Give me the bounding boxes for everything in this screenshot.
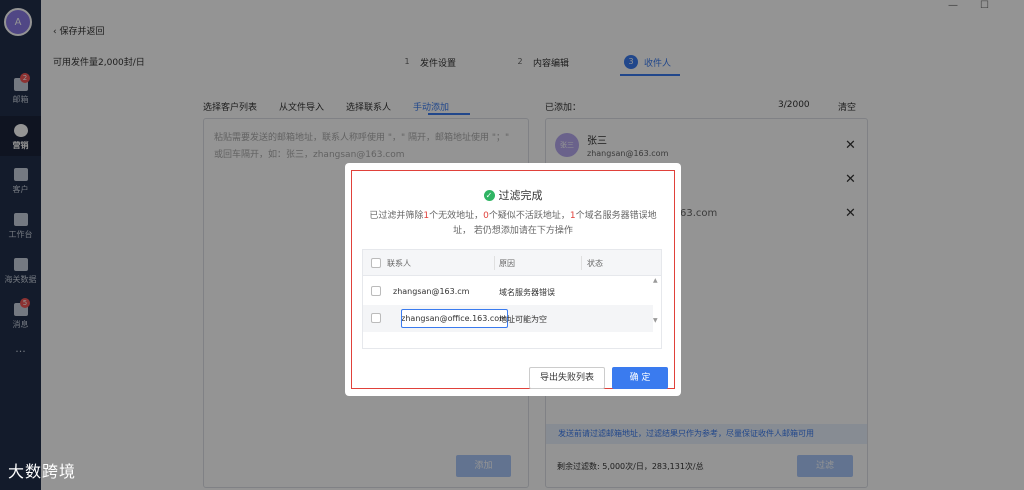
table-row: zhangsan@office.163.com 地址可能为空	[363, 305, 653, 332]
filter-result-dialog: ✓ 过滤完成 已过滤并筛除1个无效地址，0个疑似不活跃地址，1个域名服务器错误地址…	[345, 163, 681, 396]
contact-edit-input[interactable]: zhangsan@office.163.com	[401, 309, 508, 328]
column-header-reason: 原因	[499, 259, 515, 268]
table-header: 联系人 原因 状态	[363, 250, 661, 276]
row-checkbox[interactable]	[371, 286, 381, 296]
check-circle-icon: ✓	[483, 190, 495, 201]
reason-cell: 域名服务器错误	[499, 288, 555, 297]
column-header-status: 状态	[587, 259, 603, 268]
export-failed-list-button[interactable]: 导出失败列表	[529, 367, 605, 389]
row-checkbox[interactable]	[371, 313, 381, 323]
reason-cell: 地址可能为空	[499, 315, 547, 324]
table-scrollbar[interactable]: ▲ ▼	[652, 277, 660, 332]
select-all-checkbox[interactable]	[371, 258, 381, 268]
watermark-logo: 大数跨境	[8, 462, 77, 481]
scroll-up-icon[interactable]: ▲	[653, 277, 658, 284]
failed-address-table: 联系人 原因 状态 zhangsan@163.cm 域名服务器错误 zhangs…	[362, 249, 662, 349]
scroll-down-icon[interactable]: ▼	[653, 317, 658, 324]
column-header-contact: 联系人	[387, 259, 411, 268]
dialog-title: ✓ 过滤完成	[345, 187, 681, 203]
table-row: zhangsan@163.cm 域名服务器错误	[363, 278, 653, 305]
dialog-description: 已过滤并筛除1个无效地址，0个疑似不活跃地址，1个域名服务器错误地址， 若仍想添…	[369, 211, 657, 236]
contact-cell[interactable]: zhangsan@163.cm	[393, 287, 469, 296]
confirm-button[interactable]: 确 定	[612, 367, 668, 389]
